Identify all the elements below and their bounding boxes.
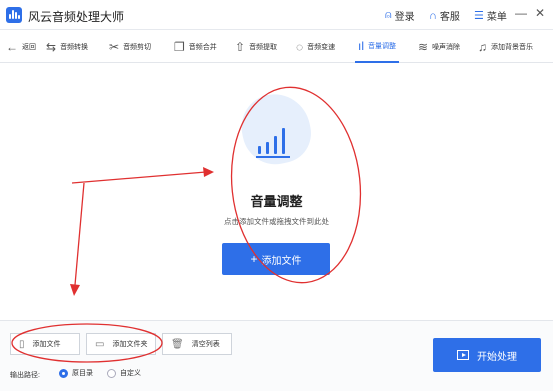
close-button[interactable]: ✕ (535, 6, 545, 20)
volume-bars-icon: ıl (358, 39, 364, 53)
tab-audio-convert[interactable]: ⇆ 音频转换 (46, 31, 88, 63)
tab-audio-speed[interactable]: ◌ 音频变速 (296, 31, 335, 63)
headset-icon: ∩ (429, 9, 437, 22)
trash-icon: 🗑 (171, 338, 184, 350)
radio-dot (59, 368, 68, 378)
user-icon: ⍝ (385, 9, 392, 21)
login-button[interactable]: ⍝ 登录 (385, 8, 415, 23)
clear-list-label: 清空列表 (191, 341, 220, 348)
back-button[interactable]: ← 返回 (6, 31, 36, 63)
speed-icon: ◌ (296, 40, 304, 54)
login-label: 登录 (394, 12, 415, 23)
app-logo-icon (6, 7, 22, 23)
menu-icon: ☰ (474, 10, 484, 22)
music-note-icon: ♫ (478, 40, 487, 54)
add-folder-button[interactable]: ▭ 添加文件夹 (86, 333, 156, 355)
tab-audio-cut[interactable]: ✂ 音频剪切 (109, 31, 151, 63)
arrow-left-icon: ← (6, 40, 18, 54)
start-label: 开始处理 (477, 351, 517, 363)
radio-label: 自定义 (120, 370, 141, 377)
add-file-main-button[interactable]: + 添加文件 (222, 243, 330, 275)
tool-bar: ← 返回 ⇆ 音频转换 ✂ 音频剪切 ❐ 音频合并 ⇧ 音频提取 ◌ 音频变速 … (0, 31, 553, 63)
radio-dot (107, 368, 116, 378)
menu-label: 菜单 (486, 12, 507, 23)
tab-label: 噪声消除 (432, 44, 461, 51)
app-title: 风云音频处理大师 (28, 10, 125, 24)
radio-label: 原目录 (72, 370, 93, 377)
tab-add-background-music[interactable]: ♫ 添加背景音乐 (478, 31, 533, 63)
tab-label: 音频剪切 (123, 44, 152, 51)
tab-noise-removal[interactable]: ≋ 噪声消除 (418, 31, 460, 63)
output-original-radio[interactable]: 原目录 (59, 368, 93, 378)
title-bar: 风云音频处理大师 ⍝ 登录 ∩ 客服 ☰ 菜单 — ✕ (0, 0, 553, 30)
output-path-label: 输出路径: (10, 372, 40, 379)
volume-adjust-icon (253, 120, 293, 160)
add-folder-label: 添加文件夹 (112, 341, 148, 348)
folder-icon: ▭ (95, 338, 105, 350)
tab-label: 音量调整 (368, 43, 396, 50)
play-icon (457, 350, 469, 360)
tab-label: 音频变速 (307, 44, 336, 51)
tab-audio-extract[interactable]: ⇧ 音频提取 (235, 31, 277, 63)
merge-icon: ❐ (174, 40, 185, 54)
drop-hint: 点击添加文件或拖拽文件到此处 (224, 217, 329, 226)
add-file-button[interactable]: ▯ 添加文件 (10, 333, 80, 355)
file-icon: ▯ (19, 338, 25, 350)
back-label: 返回 (22, 44, 36, 51)
minimize-button[interactable]: — (515, 6, 527, 20)
tab-label: 音频提取 (249, 44, 278, 51)
scissors-icon: ✂ (109, 40, 120, 54)
upload-icon: ⇧ (235, 40, 246, 54)
support-button[interactable]: ∩ 客服 (429, 8, 460, 24)
convert-icon: ⇆ (46, 40, 57, 54)
add-file-label: 添加文件 (32, 341, 61, 348)
clear-list-button[interactable]: 🗑 清空列表 (162, 333, 232, 355)
tab-label: 音频合并 (188, 44, 217, 51)
main-title: 音量调整 (250, 194, 303, 209)
menu-button[interactable]: ☰ 菜单 (474, 8, 507, 23)
tab-audio-merge[interactable]: ❐ 音频合并 (174, 31, 217, 63)
tab-volume-adjust[interactable]: ıl 音量调整 (355, 31, 399, 63)
tab-label: 添加背景音乐 (491, 44, 533, 51)
support-label: 客服 (439, 12, 460, 23)
plus-icon: + (250, 252, 258, 266)
tab-label: 音频转换 (60, 44, 89, 51)
noise-icon: ≋ (418, 40, 429, 54)
start-processing-button[interactable]: 开始处理 (433, 338, 541, 372)
output-custom-radio[interactable]: 自定义 (107, 368, 141, 378)
add-file-label: 添加文件 (261, 255, 302, 267)
